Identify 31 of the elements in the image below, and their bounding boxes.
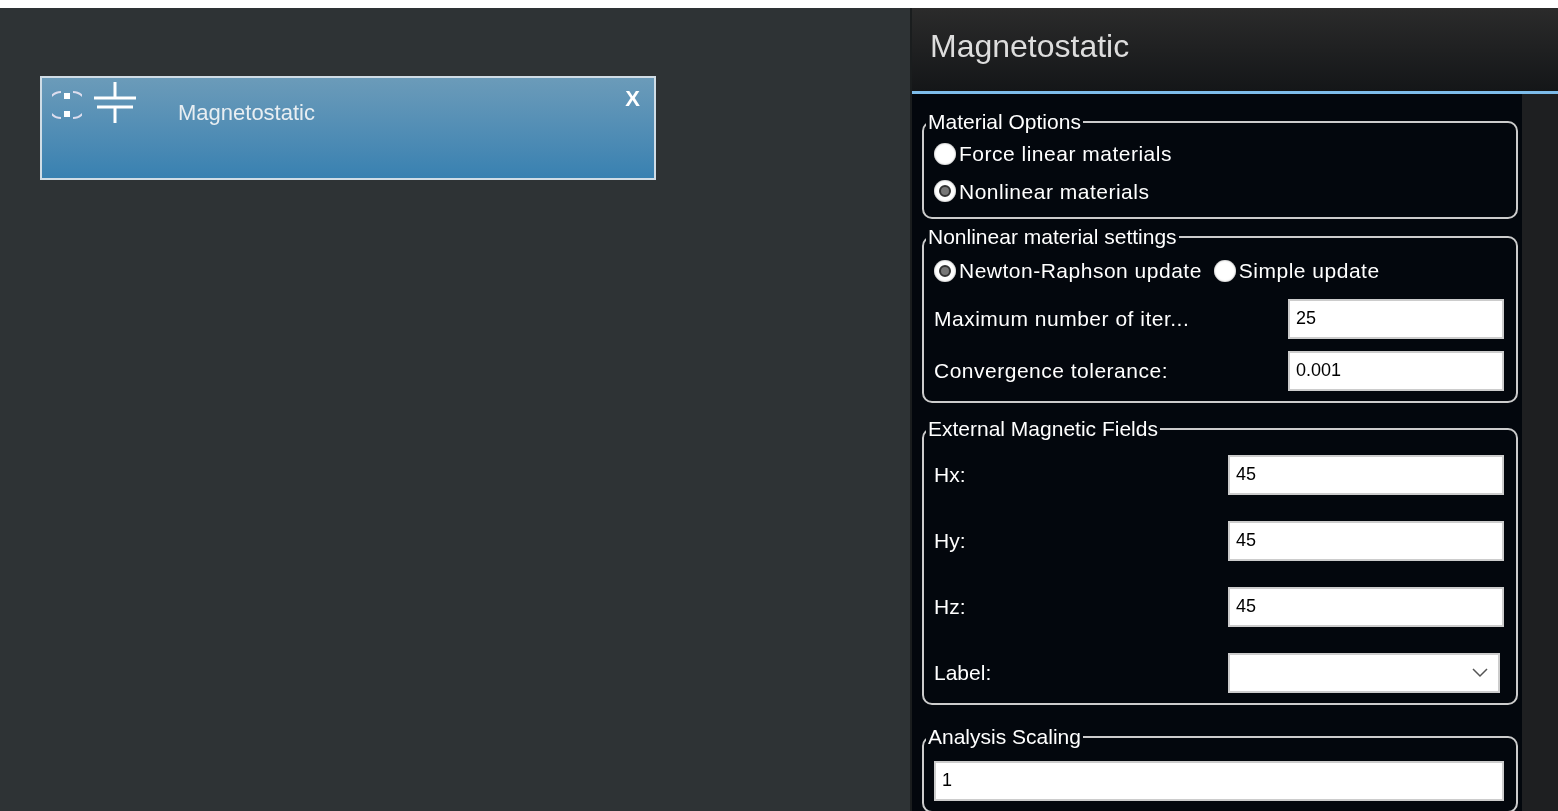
input-field[interactable]: 25 (1288, 298, 1504, 339)
scrollbar[interactable] (1522, 94, 1558, 811)
field-label: Convergence tolerance: (934, 357, 1168, 384)
node-title: Magnetostatic (178, 99, 315, 127)
radio-button[interactable] (1213, 259, 1236, 282)
field-label: Hz: (934, 593, 966, 620)
capacitor-icon (92, 80, 138, 124)
radio-button[interactable] (934, 142, 956, 165)
input-field[interactable]: 45 (1228, 586, 1504, 627)
field-label: Hx: (934, 461, 966, 488)
panel-title: Magnetostatic (930, 28, 1130, 64)
radio-label[interactable]: Simple update (1238, 255, 1380, 287)
radio-button[interactable] (934, 259, 956, 282)
group-title: Analysis Scaling (927, 724, 1082, 749)
input-field[interactable]: 0.001 (1288, 350, 1504, 391)
chevron-down-icon (1472, 667, 1488, 678)
group-title: Nonlinear material settings (927, 225, 1178, 249)
field-label: Maximum number of iter... (934, 305, 1190, 332)
radio-label[interactable]: Newton-Raphson update (959, 255, 1202, 287)
input-field[interactable]: 45 (1228, 520, 1504, 561)
field-label: Label: (934, 659, 992, 686)
radio-button[interactable] (934, 180, 956, 203)
dropdown[interactable] (1228, 652, 1500, 693)
group-title: External Magnetic Fields (927, 416, 1159, 441)
input-field[interactable]: 1 (934, 760, 1504, 801)
radio-label[interactable]: Nonlinear materials (959, 175, 1150, 207)
field-label: Hy: (934, 527, 966, 554)
input-field[interactable]: 45 (1228, 454, 1504, 495)
group-title: Material Options (927, 110, 1082, 134)
coil-icon (52, 88, 82, 122)
radio-label[interactable]: Force linear materials (959, 138, 1172, 170)
